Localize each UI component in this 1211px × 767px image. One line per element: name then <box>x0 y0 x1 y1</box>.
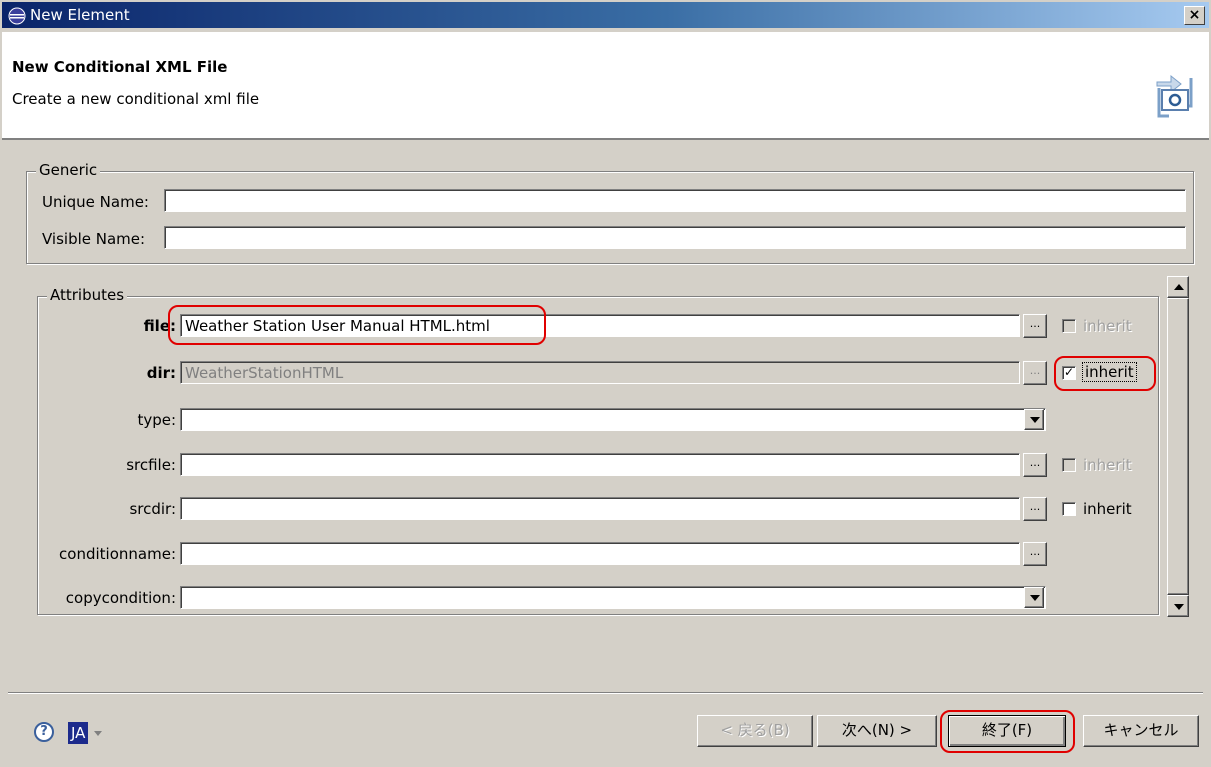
conditionname-label: conditionname: <box>59 545 176 563</box>
srcdir-browse-button[interactable]: ... <box>1023 497 1047 521</box>
file-highlight <box>168 305 546 345</box>
visible-name-input[interactable] <box>164 226 1186 249</box>
vertical-scrollbar[interactable] <box>1167 276 1189 617</box>
wizard-banner-icon <box>1156 74 1193 118</box>
close-button[interactable]: × <box>1184 6 1205 25</box>
dir-browse-button[interactable]: ... <box>1023 361 1047 385</box>
copycondition-dropdown-icon[interactable] <box>1024 587 1044 608</box>
type-label: type: <box>137 411 176 429</box>
file-browse-button[interactable]: ... <box>1023 314 1047 338</box>
srcfile-browse-button[interactable]: ... <box>1023 453 1047 477</box>
cancel-button[interactable]: キャンセル <box>1083 715 1199 747</box>
conditionname-input[interactable] <box>180 542 1020 565</box>
type-dropdown-icon[interactable] <box>1024 409 1044 430</box>
unique-name-label: Unique Name: <box>42 193 149 211</box>
wizard-header: New Conditional XML File Create a new co… <box>2 32 1209 140</box>
next-button[interactable]: 次へ(N) > <box>817 715 937 747</box>
back-button[interactable]: < 戻る(B) <box>697 715 813 747</box>
srcdir-input[interactable] <box>180 497 1020 520</box>
language-dropdown-icon[interactable] <box>94 731 102 736</box>
window-title: New Element <box>30 6 130 24</box>
srcfile-label: srcfile: <box>126 456 176 474</box>
scroll-up-icon[interactable] <box>1167 276 1189 298</box>
help-icon[interactable]: ? <box>34 722 54 742</box>
srcdir-inherit-checkbox[interactable] <box>1062 502 1076 516</box>
srcfile-inherit-label: inherit <box>1083 456 1132 474</box>
language-badge[interactable]: JA <box>68 722 89 744</box>
srcfile-input[interactable] <box>180 453 1020 476</box>
eclipse-icon <box>8 7 26 25</box>
dir-label: dir: <box>146 364 176 382</box>
file-inherit-checkbox[interactable] <box>1062 319 1076 333</box>
file-label: file: <box>143 317 176 335</box>
dir-input[interactable]: WeatherStationHTML <box>180 361 1020 384</box>
srcdir-inherit-label: inherit <box>1083 500 1132 518</box>
copycondition-combo[interactable] <box>180 586 1046 609</box>
copycondition-label: copycondition: <box>65 589 176 607</box>
generic-legend: Generic <box>36 161 101 179</box>
scroll-down-icon[interactable] <box>1167 595 1189 617</box>
title-bar[interactable]: New Element × <box>0 0 1211 30</box>
page-title: New Conditional XML File <box>12 58 228 76</box>
attributes-legend: Attributes <box>47 286 128 304</box>
generic-group <box>26 171 1194 264</box>
page-description: Create a new conditional xml file <box>12 90 260 108</box>
file-inherit-label: inherit <box>1083 317 1132 335</box>
footer-separator <box>8 692 1203 694</box>
conditionname-browse-button[interactable]: ... <box>1023 542 1047 566</box>
finish-highlight <box>940 710 1075 753</box>
srcfile-inherit-checkbox[interactable] <box>1062 458 1076 472</box>
visible-name-label: Visible Name: <box>42 230 146 248</box>
srcdir-label: srcdir: <box>129 500 176 518</box>
scroll-thumb[interactable] <box>1167 298 1189 595</box>
dir-inherit-highlight <box>1054 356 1156 391</box>
unique-name-input[interactable] <box>164 189 1186 212</box>
type-combo[interactable] <box>180 408 1046 431</box>
